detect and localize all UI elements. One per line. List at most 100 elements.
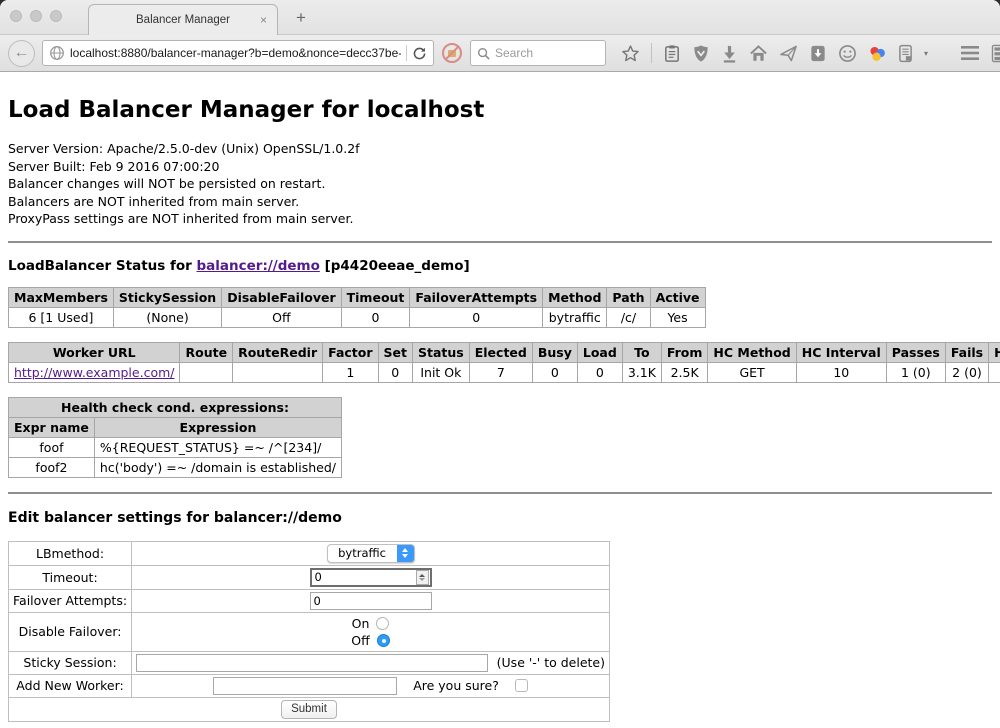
column-header: Factor xyxy=(323,342,378,362)
table-row: foof2 hc('body') =~ /domain is establish… xyxy=(9,457,342,477)
column-header: HC uri xyxy=(989,342,1000,362)
smiley-icon[interactable] xyxy=(838,44,857,63)
search-icon xyxy=(477,47,490,60)
column-header: MaxMembers xyxy=(9,287,114,307)
form-row-add-worker: Add New Worker: Are you sure? xyxy=(9,674,610,697)
timeout-input[interactable] xyxy=(312,570,416,584)
home-icon[interactable] xyxy=(749,44,768,63)
form-row-failover-attempts: Failover Attempts: xyxy=(9,589,610,612)
download-icon[interactable] xyxy=(721,44,738,63)
column-header: Status xyxy=(413,342,470,362)
table-header-row: MaxMembers StickySession DisableFailover… xyxy=(9,287,706,307)
cell-load: 0 xyxy=(577,362,622,382)
select-stepper-icon xyxy=(397,544,414,563)
server-built-line: Server Built: Feb 9 2016 07:00:20 xyxy=(8,158,992,176)
timeout-field[interactable] xyxy=(310,568,432,587)
box-download-icon[interactable] xyxy=(809,44,827,63)
cell-hc-method: GET xyxy=(708,362,796,382)
column-header: StickySession xyxy=(113,287,221,307)
server-info: Server Version: Apache/2.5.0-dev (Unix) … xyxy=(8,140,992,228)
cell-expr-name: foof2 xyxy=(9,457,95,477)
cell-fails: 2 (0) xyxy=(945,362,988,382)
content-blocker-icon[interactable] xyxy=(441,42,463,64)
column-header: Set xyxy=(378,342,412,362)
are-you-sure-checkbox[interactable] xyxy=(515,679,528,692)
tiles-icon[interactable] xyxy=(991,44,1000,63)
new-tab-button[interactable]: + xyxy=(288,8,314,28)
lbmethod-select[interactable]: bytraffic xyxy=(327,544,415,563)
failover-attempts-cell xyxy=(132,589,610,612)
table-header-row: Worker URL Route RouteRedir Factor Set S… xyxy=(9,342,1000,362)
radio-on[interactable] xyxy=(376,617,389,630)
column-header: Timeout xyxy=(341,287,410,307)
add-worker-cell: Are you sure? xyxy=(132,674,610,697)
form-row-disable-failover: Disable Failover: On Off xyxy=(9,612,610,651)
sticky-session-label: Sticky Session: xyxy=(9,651,132,674)
panel-icon[interactable] xyxy=(898,44,913,63)
table-header-row: Expr name Expression xyxy=(9,417,342,437)
column-header: Method xyxy=(543,287,607,307)
persist-warning-line: Balancer changes will NOT be persisted o… xyxy=(8,175,992,193)
radio-on-label: On xyxy=(352,616,370,631)
balancer-demo-link[interactable]: balancer://demo xyxy=(197,258,320,274)
failover-attempts-label: Failover Attempts: xyxy=(9,589,132,612)
number-spinner-icon[interactable] xyxy=(416,570,429,585)
cell-worker-url: http://www.example.com/ xyxy=(9,362,180,382)
url-bar[interactable]: localhost:8880/balancer-manager?b=demo&n… xyxy=(42,40,434,66)
worker-url-link[interactable]: http://www.example.com/ xyxy=(14,365,174,380)
bookmark-star-icon[interactable] xyxy=(621,44,640,63)
cell-disablefailover: Off xyxy=(222,307,341,327)
submit-button[interactable]: Submit xyxy=(281,700,337,719)
search-bar[interactable]: Search xyxy=(470,40,606,66)
zoom-window-button[interactable] xyxy=(50,10,62,22)
radio-off[interactable] xyxy=(377,634,390,647)
cell-hc-interval: 10 xyxy=(796,362,886,382)
cell-hc-uri xyxy=(989,362,1000,382)
cell-passes: 1 (0) xyxy=(886,362,945,382)
add-worker-input[interactable] xyxy=(213,677,397,695)
url-text[interactable]: localhost:8880/balancer-manager?b=demo&n… xyxy=(70,46,401,60)
tab-bar: Balancer Manager × + xyxy=(0,0,1000,35)
minimize-window-button[interactable] xyxy=(30,10,42,22)
column-header: Fails xyxy=(945,342,988,362)
toolbar-icons: ▾ xyxy=(621,43,1000,63)
color-dots-icon[interactable] xyxy=(868,44,887,63)
divider xyxy=(8,492,992,494)
column-header: Active xyxy=(650,287,705,307)
window-controls xyxy=(10,10,62,22)
menu-icon[interactable] xyxy=(960,44,980,62)
sticky-session-input[interactable] xyxy=(136,654,488,672)
failover-attempts-input[interactable] xyxy=(310,592,432,610)
column-header: Worker URL xyxy=(9,342,180,362)
back-button[interactable]: ← xyxy=(8,40,35,67)
balancer-status-table: MaxMembers StickySession DisableFailover… xyxy=(8,287,706,328)
radio-row-off: Off xyxy=(136,632,605,649)
shield-icon[interactable] xyxy=(692,44,710,63)
cell-timeout: 0 xyxy=(341,307,410,327)
column-header: Route xyxy=(180,342,233,362)
form-row-sticky-session: Sticky Session: (Use '-' to delete) xyxy=(9,651,610,674)
lbmethod-cell: bytraffic xyxy=(132,541,610,565)
form-row-lbmethod: LBmethod: bytraffic xyxy=(9,541,610,565)
timeout-label: Timeout: xyxy=(9,565,132,589)
column-header: Elected xyxy=(469,342,532,362)
caret-down-icon[interactable]: ▾ xyxy=(924,49,928,58)
column-header: Load xyxy=(577,342,622,362)
close-window-button[interactable] xyxy=(10,10,22,22)
browser-window: Balancer Manager × + ← localhost:8880/ba… xyxy=(0,0,1000,728)
tab-balancer-manager[interactable]: Balancer Manager × xyxy=(88,4,278,35)
column-header: Expr name xyxy=(9,417,95,437)
timeout-cell xyxy=(132,565,610,589)
tab-close-icon[interactable]: × xyxy=(260,13,267,27)
send-icon[interactable] xyxy=(779,44,798,63)
column-header: Expression xyxy=(94,417,341,437)
cell-active: Yes xyxy=(650,307,705,327)
cell-stickysession: (None) xyxy=(113,307,221,327)
edit-balancer-form: LBmethod: bytraffic Timeout: xyxy=(8,541,610,722)
cell-from: 2.5K xyxy=(661,362,708,382)
reload-icon[interactable] xyxy=(412,46,427,61)
submit-cell: Submit xyxy=(9,697,610,721)
status-heading-prefix: LoadBalancer Status for xyxy=(8,258,197,274)
cell-expr-name: foof xyxy=(9,437,95,457)
clipboard-icon[interactable] xyxy=(663,44,681,63)
